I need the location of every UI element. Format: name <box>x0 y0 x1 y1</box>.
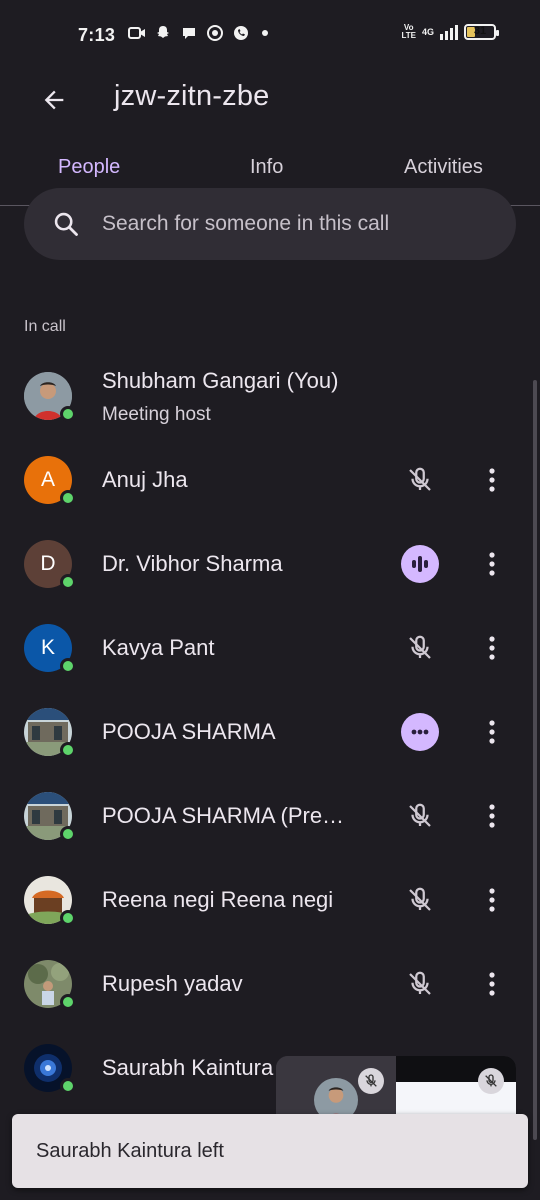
participant-name: POOJA SHARMA <box>102 719 276 744</box>
more-vert-icon <box>489 888 495 912</box>
tab-activities[interactable]: Activities <box>404 156 483 179</box>
whatsapp-icon <box>232 24 250 42</box>
notification-icons <box>128 24 268 42</box>
participant-row[interactable]: D Dr. Vibhor Sharma <box>0 522 540 606</box>
online-indicator <box>60 742 76 758</box>
app-bar: jzw-zitn-zbe <box>0 72 540 128</box>
mic-off-icon[interactable] <box>400 964 440 1004</box>
participant-name: Kavya Pant <box>102 635 215 660</box>
avatar: A <box>24 456 76 506</box>
more-options-button[interactable] <box>476 544 508 584</box>
snackbar-message: Saurabh Kaintura left <box>36 1140 224 1162</box>
participant-row[interactable]: POOJA SHARMA (Pre… <box>0 774 540 858</box>
participant-name: Anuj Jha <box>102 467 188 492</box>
avatar <box>24 708 76 758</box>
more-options-button[interactable] <box>476 796 508 836</box>
tile-mic-off-icon <box>478 1068 504 1094</box>
online-indicator <box>60 826 76 842</box>
signal-icon <box>440 24 458 40</box>
mic-off-icon[interactable] <box>400 460 440 500</box>
participant-row[interactable]: Rupesh yadav <box>0 942 540 1026</box>
participant-row[interactable]: A Anuj Jha <box>0 438 540 522</box>
more-options-button[interactable] <box>476 880 508 920</box>
online-indicator <box>60 406 76 422</box>
participant-row[interactable]: POOJA SHARMA <box>0 690 540 774</box>
mic-off-icon[interactable] <box>400 628 440 668</box>
camera-app-icon <box>206 24 224 42</box>
participant-name: Rupesh yadav <box>102 971 243 996</box>
more-options-button[interactable] <box>476 964 508 1004</box>
status-time: 7:13 <box>78 25 116 45</box>
mic-off-icon[interactable] <box>400 880 440 920</box>
participant-row[interactable]: Shubham Gangari (You) Meeting host <box>0 356 540 440</box>
mic-off-icon[interactable] <box>400 796 440 836</box>
avatar: D <box>24 540 76 590</box>
participant-name: Shubham Gangari (You) <box>102 368 339 393</box>
participant-name: POOJA SHARMA (Pre… <box>102 803 345 828</box>
search-bar[interactable]: Search for someone in this call <box>24 188 516 260</box>
participant-row[interactable]: K Kavya Pant <box>0 606 540 690</box>
volte-icon: Vo LTE <box>401 23 416 40</box>
tab-people[interactable]: People <box>58 156 120 179</box>
chat-bubble-icon <box>180 24 198 42</box>
search-input[interactable]: Search for someone in this call <box>102 212 389 236</box>
participant-name: Dr. Vibhor Sharma <box>102 551 283 576</box>
more-vert-icon <box>489 636 495 660</box>
system-icons: Vo LTE 4G 31 <box>401 23 499 40</box>
in-call-section-label: In call <box>24 318 66 335</box>
status-bar: 7:13 Vo LTE 4G 31 <box>0 0 540 72</box>
battery-icon: 31 <box>464 24 499 40</box>
more-options-button[interactable] <box>476 628 508 668</box>
more-options-button[interactable] <box>476 460 508 500</box>
meeting-people-screen: 7:13 Vo LTE 4G 31 jzw-zitn-zbe People In… <box>0 0 540 1200</box>
more-vert-icon <box>489 468 495 492</box>
search-icon <box>52 210 80 243</box>
more-vert-icon <box>489 804 495 828</box>
online-indicator <box>60 910 76 926</box>
more-vert-icon <box>489 552 495 576</box>
online-indicator <box>60 490 76 506</box>
online-indicator <box>60 658 76 674</box>
avatar <box>24 372 76 422</box>
battery-level: 31 <box>473 25 487 37</box>
more-options-button[interactable] <box>476 712 508 752</box>
video-camera-icon <box>128 24 146 42</box>
online-indicator <box>60 1078 76 1094</box>
participant-role: Meeting host <box>102 404 211 425</box>
participant-name: Reena negi Reena negi <box>102 887 334 912</box>
meeting-code-title: jzw-zitn-zbe <box>114 80 270 112</box>
tab-info[interactable]: Info <box>250 156 283 179</box>
avatar <box>24 960 76 1010</box>
tile-mic-off-icon <box>358 1068 384 1094</box>
more-vert-icon <box>489 972 495 996</box>
more-notifications-icon <box>262 30 268 36</box>
avatar <box>24 1044 76 1094</box>
speaking-indicator-icon <box>401 545 439 583</box>
avatar: K <box>24 624 76 674</box>
avatar <box>24 792 76 842</box>
participant-name: Saurabh Kaintura <box>102 1055 274 1080</box>
avatar <box>24 876 76 926</box>
online-indicator <box>60 994 76 1010</box>
snackbar: Saurabh Kaintura left <box>12 1114 528 1188</box>
presenting-indicator-icon <box>401 713 439 751</box>
arrow-back-icon <box>44 90 64 110</box>
participant-row[interactable]: Reena negi Reena negi <box>0 858 540 942</box>
back-button[interactable] <box>30 76 78 124</box>
network-type: 4G <box>421 27 434 37</box>
snapchat-icon <box>154 24 172 42</box>
more-vert-icon <box>489 720 495 744</box>
online-indicator <box>60 574 76 590</box>
